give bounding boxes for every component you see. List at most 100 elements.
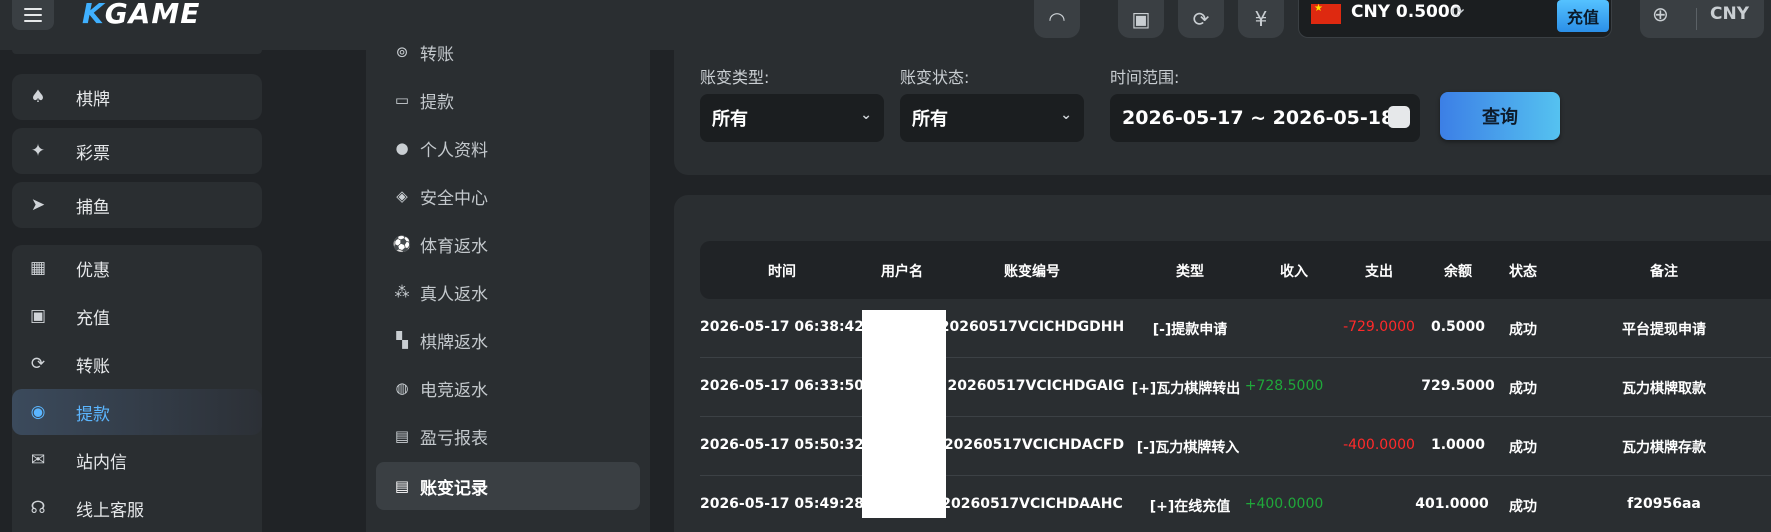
submenu-item-esports-rebate[interactable]: ◍ 电竞返水 [376,364,640,412]
sidebar-item-transfer[interactable]: ⟳ 转账 [12,341,262,387]
column-header: 余额 [1444,264,1472,280]
sidebar-item-promotions[interactable]: ▦ 优惠 [12,245,262,291]
gift-icon: ▦ [29,258,47,278]
cell-status: 成功 [1509,322,1537,338]
fish-icon: ➤ [30,195,46,215]
column-header: 支出 [1365,264,1393,280]
user-icon: ● [395,139,409,157]
cell-note: 瓦力棋牌存款 [1622,440,1706,456]
lottery-icon: ✦ [30,141,46,161]
type-filter-label: 账变类型: [700,68,770,87]
redacted-username-block [862,310,946,518]
chips-icon: ⁂ [394,283,410,301]
shield-icon: ◈ [396,187,408,205]
cell-balance: 729.5000 [1421,378,1495,394]
submenu-item-cards-rebate[interactable]: ▚ 棋牌返水 [376,316,640,364]
submenu-item-transfer[interactable]: ⊚ 转账 [376,28,640,76]
mail-icon: ✉ [30,450,46,470]
sidebar-item-cards[interactable]: ♠ 棋牌 [12,74,262,120]
calendar-icon [1388,106,1410,128]
cell-time: 2026-05-17 06:33:50 [699,378,865,394]
wallet-button[interactable]: ▣ [1118,0,1164,38]
sidebar: ♠ 棋牌 ✦ 彩票 ➤ 捕鱼 ▦ 优惠 ▣ 充值 ⟳ 转账 ◉ 提款 ✉ 站内信 ☊ 线上客服 [0,50,270,532]
sidebar-item-deposit[interactable]: ▣ 充值 [12,293,262,339]
hamburger-icon [24,14,42,16]
cell-income: +400.0000 [1244,496,1324,512]
submenu-item-live-rebate[interactable]: ⁂ 真人返水 [376,268,640,316]
yen-icon: ¥ [1254,7,1268,31]
query-button[interactable]: 查询 [1440,92,1560,140]
scroll-icon: ▤ [394,477,410,495]
submenu-item-profile[interactable]: ● 个人资料 [376,124,640,172]
submenu-item-withdraw[interactable]: ▭ 提款 [376,76,640,124]
status-select[interactable]: 所有 ⌄ [900,94,1084,142]
transfer-icon: ⊚ [395,43,409,61]
sidebar-item-messages[interactable]: ✉ 站内信 [12,437,262,483]
logo[interactable]: KGAME [82,0,200,30]
table-row: 2026-05-17 06:38:42 20260517VCICHDGDHH [… [700,299,1771,358]
soccer-ball-icon: ⚽ [392,235,412,253]
type-select[interactable]: 所有 ⌄ [700,94,884,142]
chevron-down-icon: ⌄ [860,107,872,123]
status-filter-label: 账变状态: [900,68,970,87]
report-icon: ▤ [394,427,410,445]
sidebar-item-lottery[interactable]: ✦ 彩票 [12,128,262,174]
cards-icon: ▚ [396,331,408,349]
withdraw-button[interactable]: ¥ [1238,0,1284,38]
transfer-icon: ⟳ [30,354,46,374]
cell-type: [-]瓦力棋牌转入 [1136,440,1240,456]
cell-balance: 401.0000 [1415,496,1489,512]
table-row: 2026-05-17 06:33:50 20260517VCICHDGAIG [… [700,358,1771,417]
speedometer-button[interactable]: ◠ [1034,0,1080,38]
withdraw-icon: ◉ [30,402,46,422]
cell-number: 20260517VCICHDAAHC [941,496,1123,512]
cell-number: 20260517VCICHDGAIG [947,378,1125,394]
submenu-item-sports-rebate[interactable]: ⚽ 体育返水 [376,220,640,268]
cell-expense: -729.0000 [1343,319,1415,335]
currency-label: CNY [1710,4,1750,24]
table-row: 2026-05-17 05:49:28 20260517VCICHDAAHC [… [700,476,1771,532]
account-submenu: ⊚ 转账 ▭ 提款 ● 个人资料 ◈ 安全中心 ⚽ 体育返水 ⁂ 真人返水 ▚ 棋牌返水 ◍ 电… [366,43,650,532]
cell-status: 成功 [1509,499,1537,515]
recharge-button[interactable]: 充值 [1557,0,1609,32]
submenu-item-profit-report[interactable]: ▤ 盈亏报表 [376,412,640,460]
sidebar-item-support[interactable]: ☊ 线上客服 [12,485,262,531]
range-filter-label: 时间范围: [1110,68,1180,87]
column-header: 备注 [1650,264,1678,280]
column-header: 状态 [1509,264,1537,280]
date-range-input[interactable]: 2026-05-17 ~ 2026-05-18 [1110,94,1420,142]
cell-note: 平台提现申请 [1622,322,1706,338]
column-header: 类型 [1176,264,1204,280]
cell-number: 20260517VCICHDGDHH [939,319,1125,335]
balance-display: CNY 0.5000 ⟳ 充值 [1298,0,1612,38]
cell-time: 2026-05-17 05:50:32 [699,437,865,453]
headset-icon: ☊ [30,498,46,518]
submenu-item-balance-history[interactable]: ▤ 账变记录 [376,462,640,510]
submenu-item-security[interactable]: ◈ 安全中心 [376,172,640,220]
cell-note: f20956aa [1627,496,1701,512]
table-row: 2026-05-17 05:50:32 20260517VCICHDACFD [… [700,417,1771,476]
cell-expense: -400.0000 [1343,437,1415,453]
wallet-icon: ▣ [1131,7,1151,31]
cell-time: 2026-05-17 05:49:28 [699,496,865,512]
menu-button[interactable] [12,0,54,30]
cell-status: 成功 [1509,440,1537,456]
balance-amount: CNY 0.5000 [1351,2,1462,22]
sidebar-item-withdraw[interactable]: ◉ 提款 [12,389,262,435]
filter-panel: 账变类型: 所有 ⌄ 账变状态: 所有 ⌄ 时间范围: 2026-05-17 ~ 2… [674,50,1771,175]
cell-status: 成功 [1509,381,1537,397]
refresh-icon[interactable]: ⟳ [1451,2,1464,21]
divider [1696,8,1697,30]
sidebar-item-fishing[interactable]: ➤ 捕鱼 [12,182,262,228]
chevron-down-icon: ⌄ [1060,107,1072,123]
cell-number: 20260517VCICHDACFD [943,437,1125,453]
speedometer-icon: ◠ [1048,7,1066,31]
language-currency-selector[interactable]: ⊕ CNY [1640,0,1764,38]
transfer-button[interactable]: ⟳ [1178,0,1224,38]
transaction-table: 时间 用户名 账变编号 类型 收入 支出 余额 状态 备注 2026-05-17… [674,195,1771,532]
cards-icon: ♠ [30,87,46,107]
cell-type: [+]瓦力棋牌转出 [1131,381,1241,397]
table-header: 时间 用户名 账变编号 类型 收入 支出 余额 状态 备注 [700,241,1771,299]
column-header: 收入 [1280,264,1308,280]
cell-balance: 0.5000 [1430,319,1486,335]
